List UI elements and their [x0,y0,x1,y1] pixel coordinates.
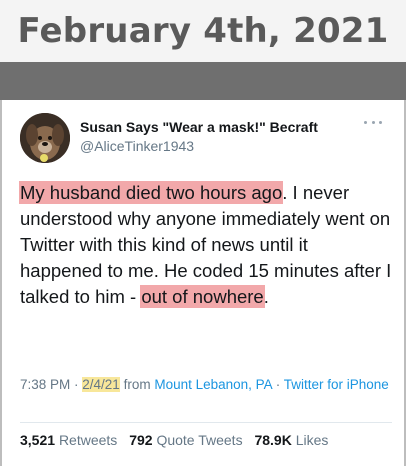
tweet-source[interactable]: Twitter for iPhone [284,377,389,392]
date-banner: February 4th, 2021 [0,0,406,62]
likes-stat[interactable]: 78.9K Likes [254,432,328,448]
date-title: February 4th, 2021 [17,11,389,51]
quote-tweets-count: 792 [129,432,153,448]
likes-count: 78.9K [254,432,292,448]
retweets-label: Retweets [58,432,118,448]
tweet-stats: 3,521 Retweets 792 Quote Tweets 78.9K Li… [20,432,336,448]
author-name[interactable]: Susan Says "Wear a mask!" Becraft [80,119,318,135]
highlight-out-of-nowhere: out of nowhere [141,286,264,307]
gray-band [0,62,406,100]
meta-separator: · [271,377,284,392]
retweets-count: 3,521 [20,432,56,448]
more-options-icon[interactable] [364,118,382,126]
tweet-meta: 7:38 PM · 2/4/21 from Mount Lebanon, PA … [20,375,392,394]
highlight-husband-died: My husband died two hours ago [20,182,283,203]
meta-separator: · [70,377,83,392]
retweets-stat[interactable]: 3,521 Retweets [20,432,117,448]
tweet-text-end: . [263,286,269,307]
tweet-card: Susan Says "Wear a mask!" Becraft @Alice… [0,100,406,466]
tweet-location[interactable]: Mount Lebanon, PA [154,377,272,392]
divider [20,422,392,423]
tweet-text: My husband died two hours ago. I never u… [20,180,394,310]
likes-label: Likes [295,432,329,448]
from-text: from [119,377,155,392]
author-handle[interactable]: @AliceTinker1943 [80,138,194,154]
dog-avatar-icon[interactable] [20,113,70,163]
quote-tweets-label: Quote Tweets [156,432,243,448]
tweet-time[interactable]: 7:38 PM [20,377,70,392]
tweet-date[interactable]: 2/4/21 [82,377,120,392]
quote-tweets-stat[interactable]: 792 Quote Tweets [129,432,242,448]
